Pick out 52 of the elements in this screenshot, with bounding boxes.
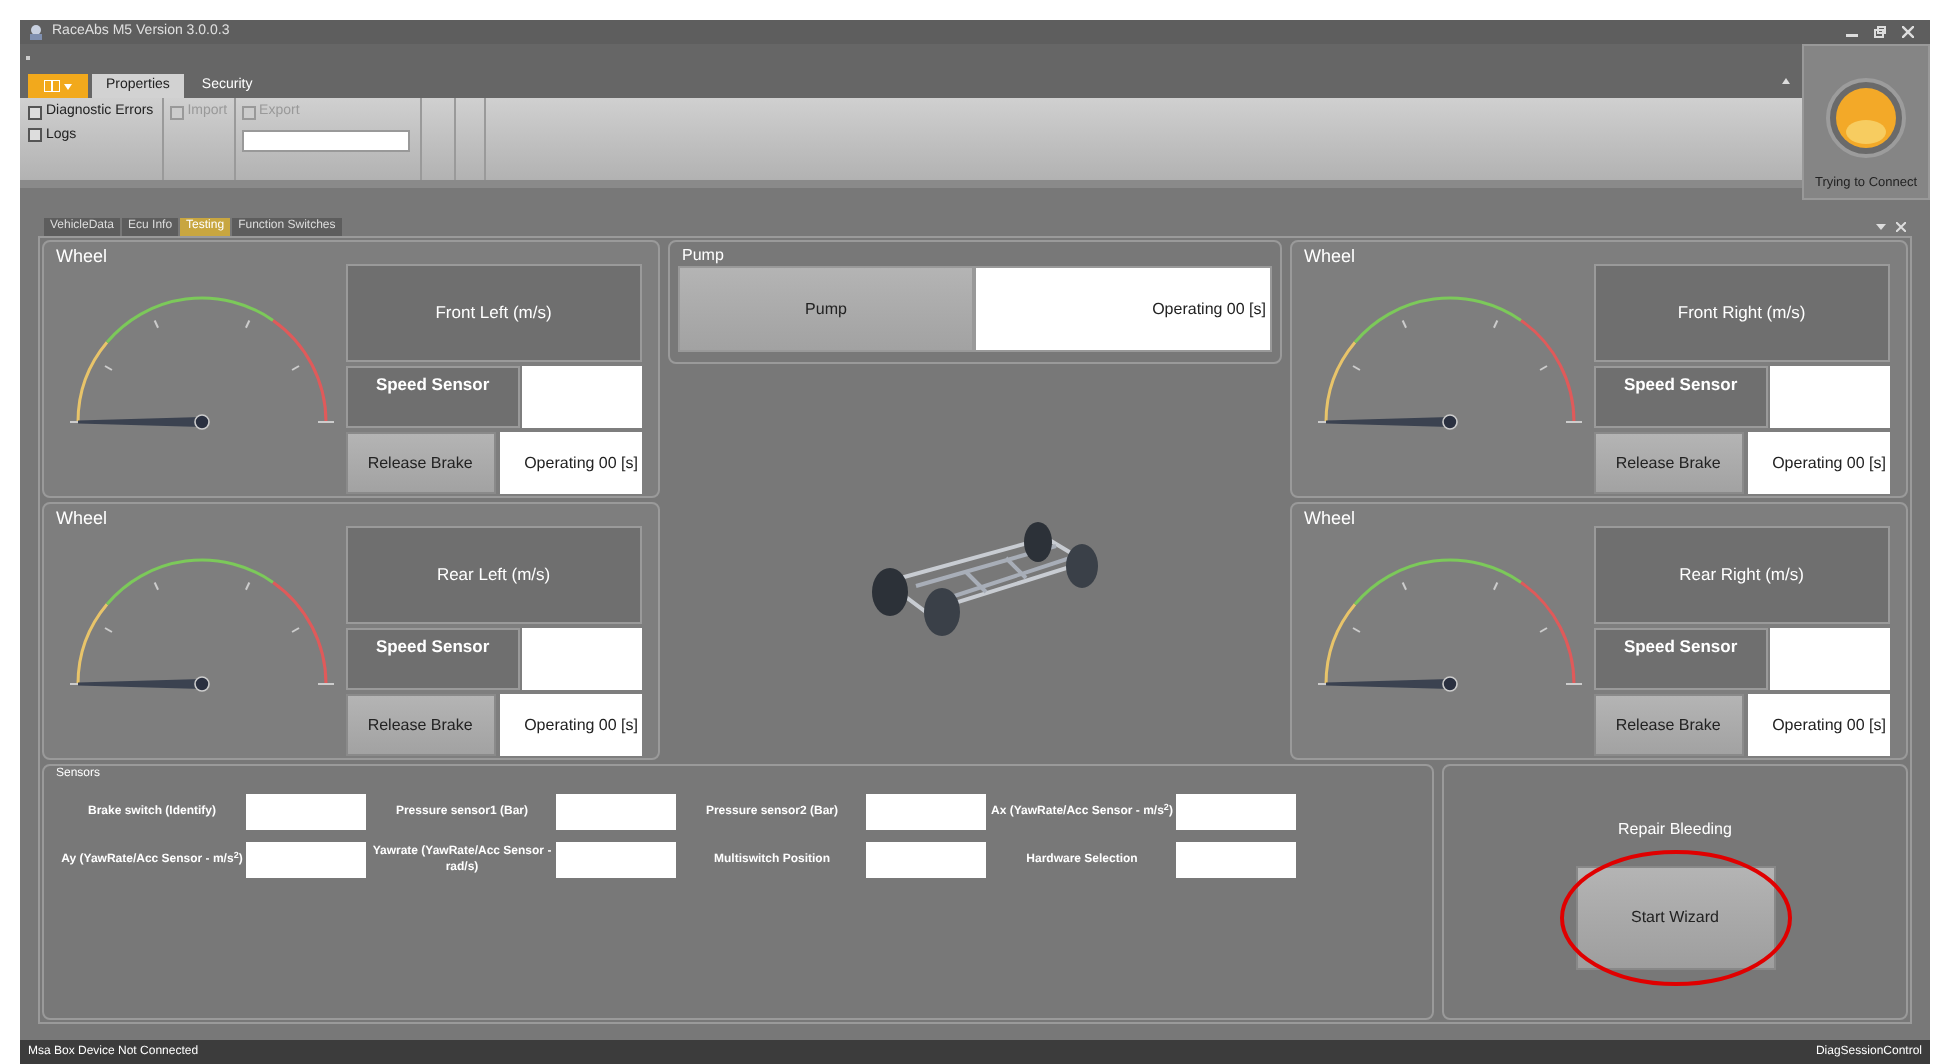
sensor-value-field[interactable] <box>1770 628 1890 690</box>
operating-time-field: Operating 00 [s] <box>1747 432 1890 494</box>
collapse-ribbon-icon[interactable] <box>1782 78 1790 84</box>
close-icon[interactable] <box>1902 26 1914 38</box>
release-brake-button[interactable]: Release Brake <box>1593 432 1744 494</box>
release-brake-button[interactable]: Release Brake <box>345 694 496 756</box>
operating-time-field: Operating 00 [s] <box>974 266 1272 352</box>
sensor-value-field[interactable] <box>1770 366 1890 428</box>
sensor-value-field[interactable] <box>866 794 986 830</box>
operating-time-field: Operating 00 [s] <box>1747 694 1890 756</box>
wheel-name-cell: Front Right (m/s) <box>1593 264 1890 362</box>
close-icon[interactable] <box>1896 222 1906 232</box>
sensor-value-field[interactable] <box>522 628 642 690</box>
logs-icon <box>28 128 42 143</box>
sensor-label-cell: Speed Sensor <box>345 366 520 428</box>
sensor-label-cell: Speed Sensor <box>1593 366 1768 428</box>
app-menu-icon <box>44 80 60 92</box>
sensor-value-field[interactable] <box>1176 842 1296 878</box>
sensor-value-field[interactable] <box>556 794 676 830</box>
diagnostic-icon <box>28 105 42 120</box>
panel-title: Wheel <box>56 244 108 270</box>
sensor-value-field[interactable] <box>1176 794 1296 830</box>
input-field[interactable] <box>241 129 410 151</box>
panel-title: Wheel <box>56 506 108 532</box>
sensor-value-field[interactable] <box>556 842 676 878</box>
wheel-name-cell: Rear Left (m/s) <box>345 526 642 624</box>
pump-button[interactable]: Pump <box>678 266 974 352</box>
wheel-name-cell: Front Left (m/s) <box>345 264 642 362</box>
panel-title: Wheel <box>1304 244 1356 270</box>
dropdown-icon[interactable] <box>1876 224 1886 230</box>
sensor-value-field[interactable] <box>246 794 366 830</box>
import-icon <box>169 105 184 120</box>
operating-time-field: Operating 00 [s] <box>499 432 642 494</box>
repair-bleeding-title: Repair Bleeding <box>1618 818 1732 842</box>
app-menu-button[interactable] <box>28 74 88 98</box>
start-wizard-button[interactable]: Start Wizard <box>1575 866 1775 970</box>
operating-time-field: Operating 00 [s] <box>499 694 642 756</box>
status-lamp-icon <box>1826 78 1906 159</box>
sensor-value-field[interactable] <box>522 366 642 428</box>
sensor-label-cell: Speed Sensor <box>345 628 520 690</box>
sensor-value-field[interactable] <box>246 842 366 878</box>
release-brake-button[interactable]: Release Brake <box>1593 694 1744 756</box>
sensor-label-cell: Speed Sensor <box>1593 628 1768 690</box>
release-brake-button[interactable]: Release Brake <box>345 432 496 494</box>
caret-icon <box>64 83 72 89</box>
wheel-name-cell: Rear Right (m/s) <box>1593 526 1890 624</box>
app-icon <box>28 24 44 40</box>
panel-title: Pump <box>682 244 724 268</box>
restore-icon[interactable] <box>1874 26 1886 38</box>
export-icon <box>241 105 256 120</box>
sensor-value-field[interactable] <box>866 842 986 878</box>
panel-title: Wheel <box>1304 506 1356 532</box>
